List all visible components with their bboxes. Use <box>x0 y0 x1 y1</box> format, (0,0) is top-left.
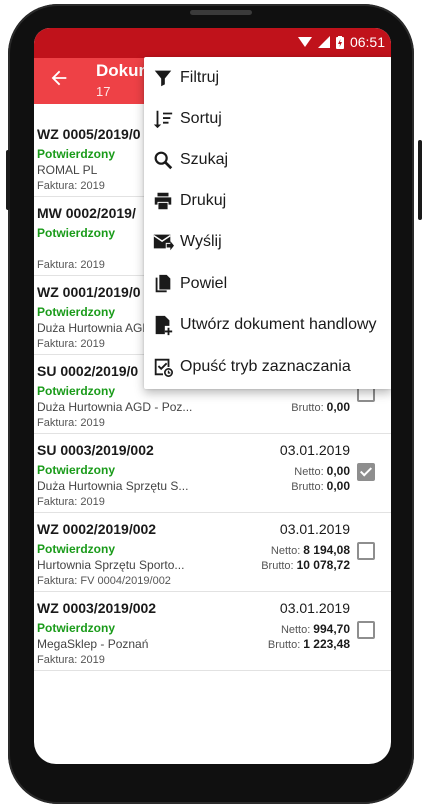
netto-value: Netto: 8 194,08 <box>271 543 350 557</box>
signal-icon <box>297 37 312 47</box>
back-arrow-icon[interactable] <box>48 67 70 89</box>
brutto-value: Brutto: 10 078,72 <box>261 558 350 572</box>
document-number: SU 0002/2019/0 <box>37 363 139 379</box>
brutto-label: Brutto: <box>291 402 324 414</box>
status-badge: Potwierdzony <box>37 147 116 161</box>
menu-item-szukaj[interactable]: Szukaj <box>144 139 391 181</box>
brutto-value: Brutto: 0,00 <box>291 400 350 414</box>
document-row[interactable]: SU 0003/2019/002 03.01.2019 Potwierdzony Du… <box>34 434 391 513</box>
document-row[interactable]: WZ 0002/2019/002 03.01.2019 Potwierdzony Hu… <box>34 513 391 592</box>
battery-icon <box>335 35 344 49</box>
duplicate-icon <box>155 274 171 293</box>
brutto-value: Brutto: 0,00 <box>291 479 350 493</box>
status-badge: Potwierdzony <box>37 542 116 556</box>
search-icon <box>154 151 173 170</box>
invoice-ref: Faktura: 2019 <box>37 259 105 271</box>
status-badge: Potwierdzony <box>37 305 116 319</box>
cellular-icon <box>317 36 330 48</box>
document-row[interactable]: WZ 0003/2019/002 03.01.2019 Potwierdzony Me… <box>34 592 391 671</box>
volume-button <box>6 150 10 210</box>
status-time: 06:51 <box>349 34 385 50</box>
status-badge: Potwierdzony <box>37 463 116 477</box>
document-number: MW 0002/2019/ <box>37 205 136 221</box>
netto-label: Netto: <box>294 466 324 478</box>
menu-item-sortuj[interactable]: Sortuj <box>144 98 391 140</box>
netto-amount: 0,00 <box>326 464 350 478</box>
invoice-ref: Faktura: 2019 <box>37 338 105 350</box>
brutto-label: Brutto: <box>291 481 324 493</box>
send-mail-icon <box>153 234 174 251</box>
brutto-label: Brutto: <box>267 639 301 651</box>
netto-amount: 8 194,08 <box>303 543 350 557</box>
status-icons: 06:51 <box>297 34 385 50</box>
document-count: 17 <box>96 84 111 99</box>
brutto-label: Brutto: <box>261 560 294 572</box>
invoice-ref: Faktura: 2019 <box>37 654 105 666</box>
invoice-ref: Faktura: 2019 <box>37 417 105 429</box>
client-name: Duża Hurtownia AGD <box>37 321 152 335</box>
document-date: 03.01.2019 <box>279 600 350 616</box>
create-document-icon <box>155 315 173 336</box>
speaker-grille <box>190 10 252 15</box>
power-button <box>418 140 422 220</box>
client-name: Duża Hurtownia AGD - Poz... <box>37 400 193 414</box>
menu-item-label: Wyślij <box>180 233 222 250</box>
document-number: WZ 0001/2019/0 <box>37 284 141 300</box>
menu-item-powiel[interactable]: Powiel <box>144 263 391 305</box>
netto-value: Netto: 994,70 <box>281 622 350 636</box>
menu-item-filtruj[interactable]: Filtruj <box>144 57 391 99</box>
netto-label: Netto: <box>270 545 301 557</box>
menu-item-label: Sortuj <box>180 110 222 127</box>
row-checkbox[interactable] <box>357 542 375 560</box>
client-name: ROMAL PL <box>37 163 98 177</box>
screen: 06:51 Dokum 17 WZ 0005/2019/0 Potwierdzon… <box>34 28 391 764</box>
sort-icon <box>153 110 173 129</box>
menu-item-label: Opuść tryb zaznaczania <box>180 358 351 375</box>
menu-item-label: Drukuj <box>180 192 227 209</box>
menu-item-drukuj[interactable]: Drukuj <box>144 180 391 222</box>
status-badge: Potwierdzony <box>37 384 116 398</box>
menu-item-label: Szukaj <box>180 151 229 168</box>
menu-item-wyslij[interactable]: Wyślij <box>144 221 391 263</box>
menu-item-label: Utwórz dokument handlowy <box>180 316 377 333</box>
status-bar: 06:51 <box>34 28 391 58</box>
client-name: MegaSklep - Poznań <box>37 637 149 651</box>
status-badge: Potwierdzony <box>37 621 116 635</box>
document-date: 03.01.2019 <box>279 442 350 458</box>
menu-item-label: Powiel <box>180 275 228 292</box>
invoice-ref: Faktura: 2019 <box>37 180 105 192</box>
print-icon <box>154 192 172 210</box>
row-checkbox[interactable] <box>357 463 375 481</box>
invoice-ref: Faktura: 2019 <box>37 496 105 508</box>
invoice-ref: Faktura: FV 0004/2019/002 <box>37 575 171 587</box>
row-checkbox[interactable] <box>357 621 375 639</box>
overflow-menu: Filtruj Sortuj Szukaj Drukuj Wyślij Powi… <box>144 57 391 389</box>
netto-label: Netto: <box>280 624 311 636</box>
netto-amount: 994,70 <box>313 622 350 636</box>
client-name: Hurtownia Sprzętu Sporto... <box>37 558 185 572</box>
brutto-amount: 0,00 <box>326 479 350 493</box>
brutto-amount: 0,00 <box>326 400 350 414</box>
client-name: Duża Hurtownia Sprzętu S... <box>37 479 189 493</box>
document-number: WZ 0003/2019/002 <box>37 600 157 616</box>
document-number: WZ 0005/2019/0 <box>37 126 141 142</box>
document-date: 03.01.2019 <box>279 521 350 537</box>
exit-selection-icon <box>154 358 173 377</box>
menu-item-label: Filtruj <box>180 69 220 86</box>
brutto-amount: 10 078,72 <box>296 558 350 572</box>
status-badge: Potwierdzony <box>37 226 116 240</box>
brutto-amount: 1 223,48 <box>303 637 350 651</box>
filter-icon <box>154 70 172 87</box>
brutto-value: Brutto: 1 223,48 <box>268 637 350 651</box>
menu-item-utworz-dokument[interactable]: Utwórz dokument handlowy <box>144 304 391 346</box>
netto-value: Netto: 0,00 <box>294 464 350 478</box>
document-number: SU 0003/2019/002 <box>37 442 154 458</box>
menu-item-opusc-tryb[interactable]: Opuść tryb zaznaczania <box>144 346 391 388</box>
document-number: WZ 0002/2019/002 <box>37 521 157 537</box>
